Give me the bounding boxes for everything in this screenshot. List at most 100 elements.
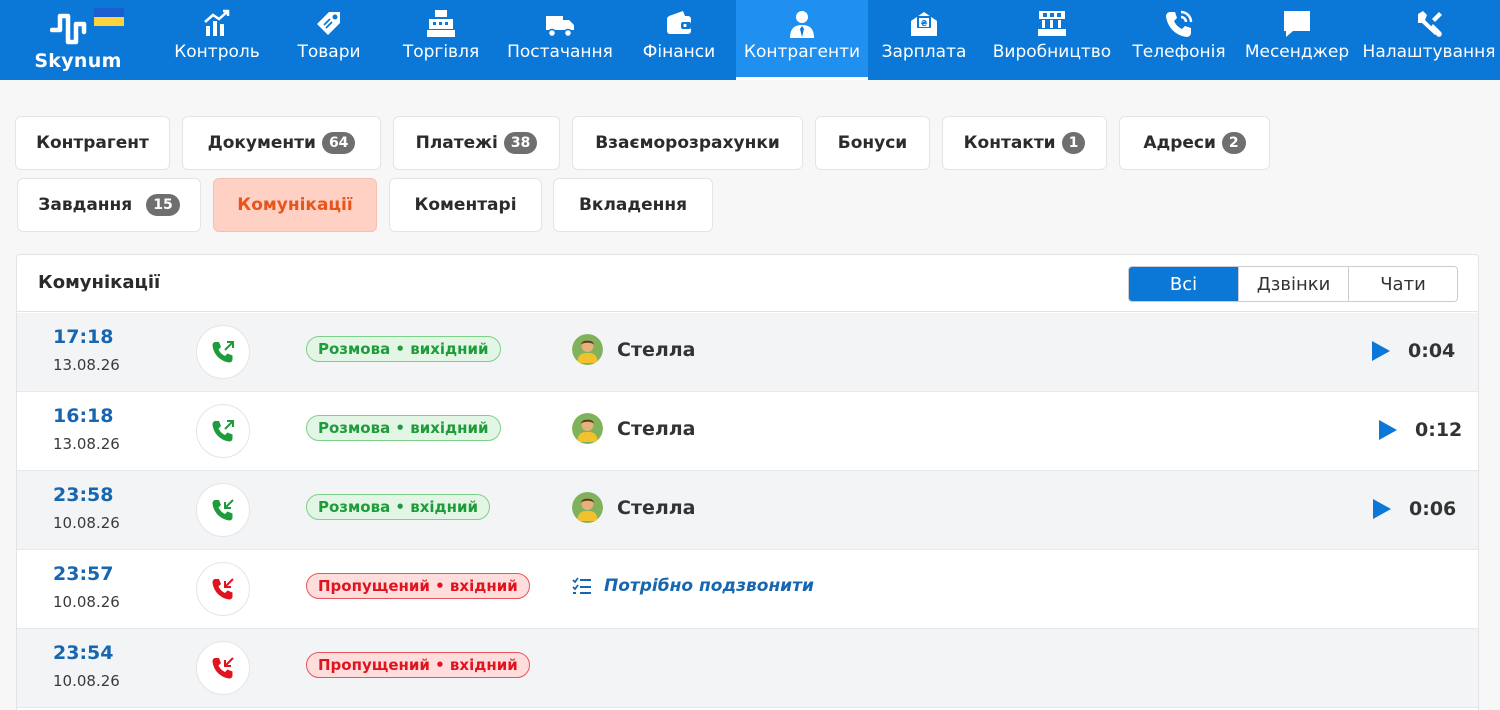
- communication-row[interactable]: 16:18 13.08.26 Розмова • вихідний Стелла…: [17, 392, 1478, 471]
- recording-player[interactable]: 0:12: [1377, 418, 1462, 442]
- count-badge: 2: [1221, 132, 1246, 154]
- call-direction: [196, 404, 250, 458]
- row-date: 10.08.26: [53, 593, 120, 611]
- filter-all-button[interactable]: Всі: [1129, 267, 1239, 301]
- price-tag-icon: [317, 12, 340, 35]
- nav-item-counterparties[interactable]: Контрагенти: [736, 0, 868, 80]
- tab-counterparty[interactable]: Контрагент: [15, 116, 170, 170]
- missed-call-icon: [212, 657, 234, 679]
- callback-task-link[interactable]: Потрібно подзвонити: [572, 576, 814, 596]
- task-text: Потрібно подзвонити: [604, 576, 814, 596]
- play-icon[interactable]: [1370, 339, 1392, 363]
- tab-attachments[interactable]: Вкладення: [553, 178, 713, 232]
- call-direction: [196, 325, 250, 379]
- call-status-badge: Розмова • вхідний: [306, 494, 491, 520]
- nav-item-goods[interactable]: Товари: [274, 0, 384, 80]
- tab-communications[interactable]: Комунікації: [213, 178, 377, 232]
- communication-row[interactable]: 23:54 10.08.26 Пропущений • вхідний: [17, 629, 1478, 708]
- contact-name: Стелла: [617, 417, 696, 440]
- cash-register-icon: [427, 10, 455, 37]
- filter-calls-button[interactable]: Дзвінки: [1239, 267, 1349, 301]
- tab-bonuses[interactable]: Бонуси: [815, 116, 930, 170]
- call-direction: [196, 641, 250, 695]
- call-status-badge: Пропущений • вхідний: [306, 652, 530, 678]
- nav-item-production[interactable]: Виробництво: [980, 0, 1124, 80]
- nav-item-supply[interactable]: Постачання: [498, 0, 622, 80]
- call-status-badge: Розмова • вихідний: [306, 415, 501, 441]
- contact-link[interactable]: Стелла: [572, 334, 696, 365]
- communication-row[interactable]: 17:18 13.08.26 Розмова • вихідний Стелла…: [17, 313, 1478, 392]
- call-direction: [196, 562, 250, 616]
- call-duration: 0:06: [1409, 498, 1457, 520]
- call-status-badge: Розмова • вихідний: [306, 336, 501, 362]
- recording-player[interactable]: 0:06: [1371, 497, 1456, 521]
- call-duration: 0:12: [1415, 419, 1463, 441]
- skynum-logo[interactable]: Skynum: [0, 0, 160, 80]
- delivery-truck-icon: [546, 16, 574, 38]
- salary-envelope-icon: ₴: [911, 12, 937, 36]
- contact-name: Стелла: [617, 496, 696, 519]
- row-date: 10.08.26: [53, 672, 120, 690]
- nav-item-telephony[interactable]: Телефонія: [1124, 0, 1234, 80]
- count-badge: 38: [503, 132, 538, 154]
- avatar-image: [572, 492, 603, 523]
- nav-item-salary[interactable]: ₴ Зарплата: [868, 0, 980, 80]
- incoming-call-icon: [212, 499, 234, 521]
- row-time: 17:18: [53, 326, 114, 348]
- avatar-image: [572, 413, 603, 444]
- count-badge: 15: [146, 194, 180, 216]
- filter-segmented-control: Всі Дзвінки Чати: [1128, 266, 1458, 302]
- outgoing-call-icon: [212, 341, 234, 363]
- chat-bubble-icon: [1284, 11, 1310, 37]
- row-date: 13.08.26: [53, 356, 120, 374]
- nav-item-trade[interactable]: Торгівля: [384, 0, 498, 80]
- chart-growth-icon: [204, 9, 230, 36]
- tab-payments[interactable]: Платежі 38: [393, 116, 560, 170]
- tab-contacts[interactable]: Контакти 1: [942, 116, 1107, 170]
- brand-name: Skynum: [34, 50, 122, 72]
- tab-comments[interactable]: Коментарі: [389, 178, 542, 232]
- recording-player[interactable]: 0:04: [1370, 339, 1455, 363]
- call-duration: 0:04: [1408, 340, 1456, 362]
- avatar: [572, 492, 603, 523]
- contact-link[interactable]: Стелла: [572, 492, 696, 523]
- tab-tasks[interactable]: Завдання 15: [17, 178, 201, 232]
- nav-item-messenger[interactable]: Месенджер: [1238, 0, 1356, 80]
- row-date: 13.08.26: [53, 435, 120, 453]
- row-time: 23:58: [53, 484, 114, 506]
- avatar: [572, 334, 603, 365]
- panel-title: Комунікації: [38, 272, 161, 293]
- nav-item-control[interactable]: Контроль: [160, 0, 274, 80]
- count-badge: 64: [321, 132, 356, 154]
- play-icon[interactable]: [1371, 497, 1393, 521]
- nav-item-settings[interactable]: Налаштування: [1358, 0, 1500, 80]
- call-direction: [196, 483, 250, 537]
- filter-chats-button[interactable]: Чати: [1349, 267, 1457, 301]
- communication-row[interactable]: 23:57 10.08.26 Пропущений • вхідний Потр…: [17, 550, 1478, 629]
- outgoing-call-icon: [212, 420, 234, 442]
- task-list-icon: [572, 577, 591, 594]
- tab-documents[interactable]: Документи 64: [182, 116, 381, 170]
- row-time: 23:54: [53, 642, 114, 664]
- row-time: 23:57: [53, 563, 114, 585]
- svg-text:₴: ₴: [921, 19, 928, 28]
- contact-name: Стелла: [617, 338, 696, 361]
- avatar-image: [572, 334, 603, 365]
- active-nav-underline: [736, 77, 868, 80]
- row-date: 10.08.26: [53, 514, 120, 532]
- call-status-badge: Пропущений • вхідний: [306, 573, 530, 599]
- contact-link[interactable]: Стелла: [572, 413, 696, 444]
- person-tie-icon: [790, 11, 814, 38]
- skynum-logo-icon: [50, 8, 124, 45]
- tab-addresses[interactable]: Адреси 2: [1119, 116, 1270, 170]
- panel-header: Комунікації Всі Дзвінки Чати: [17, 255, 1478, 312]
- wallet-icon: [667, 11, 691, 34]
- count-badge: 1: [1061, 132, 1086, 154]
- tab-settlements[interactable]: Взаєморозрахунки: [572, 116, 803, 170]
- top-navigation-bar: Skynum Контроль Товари Торгівля Постачан…: [0, 0, 1500, 80]
- play-icon[interactable]: [1377, 418, 1399, 442]
- nav-item-finance[interactable]: Фінанси: [622, 0, 736, 80]
- missed-call-icon: [212, 578, 234, 600]
- tools-icon: [1418, 11, 1442, 37]
- communication-row[interactable]: 23:58 10.08.26 Розмова • вхідний Стелла …: [17, 471, 1478, 550]
